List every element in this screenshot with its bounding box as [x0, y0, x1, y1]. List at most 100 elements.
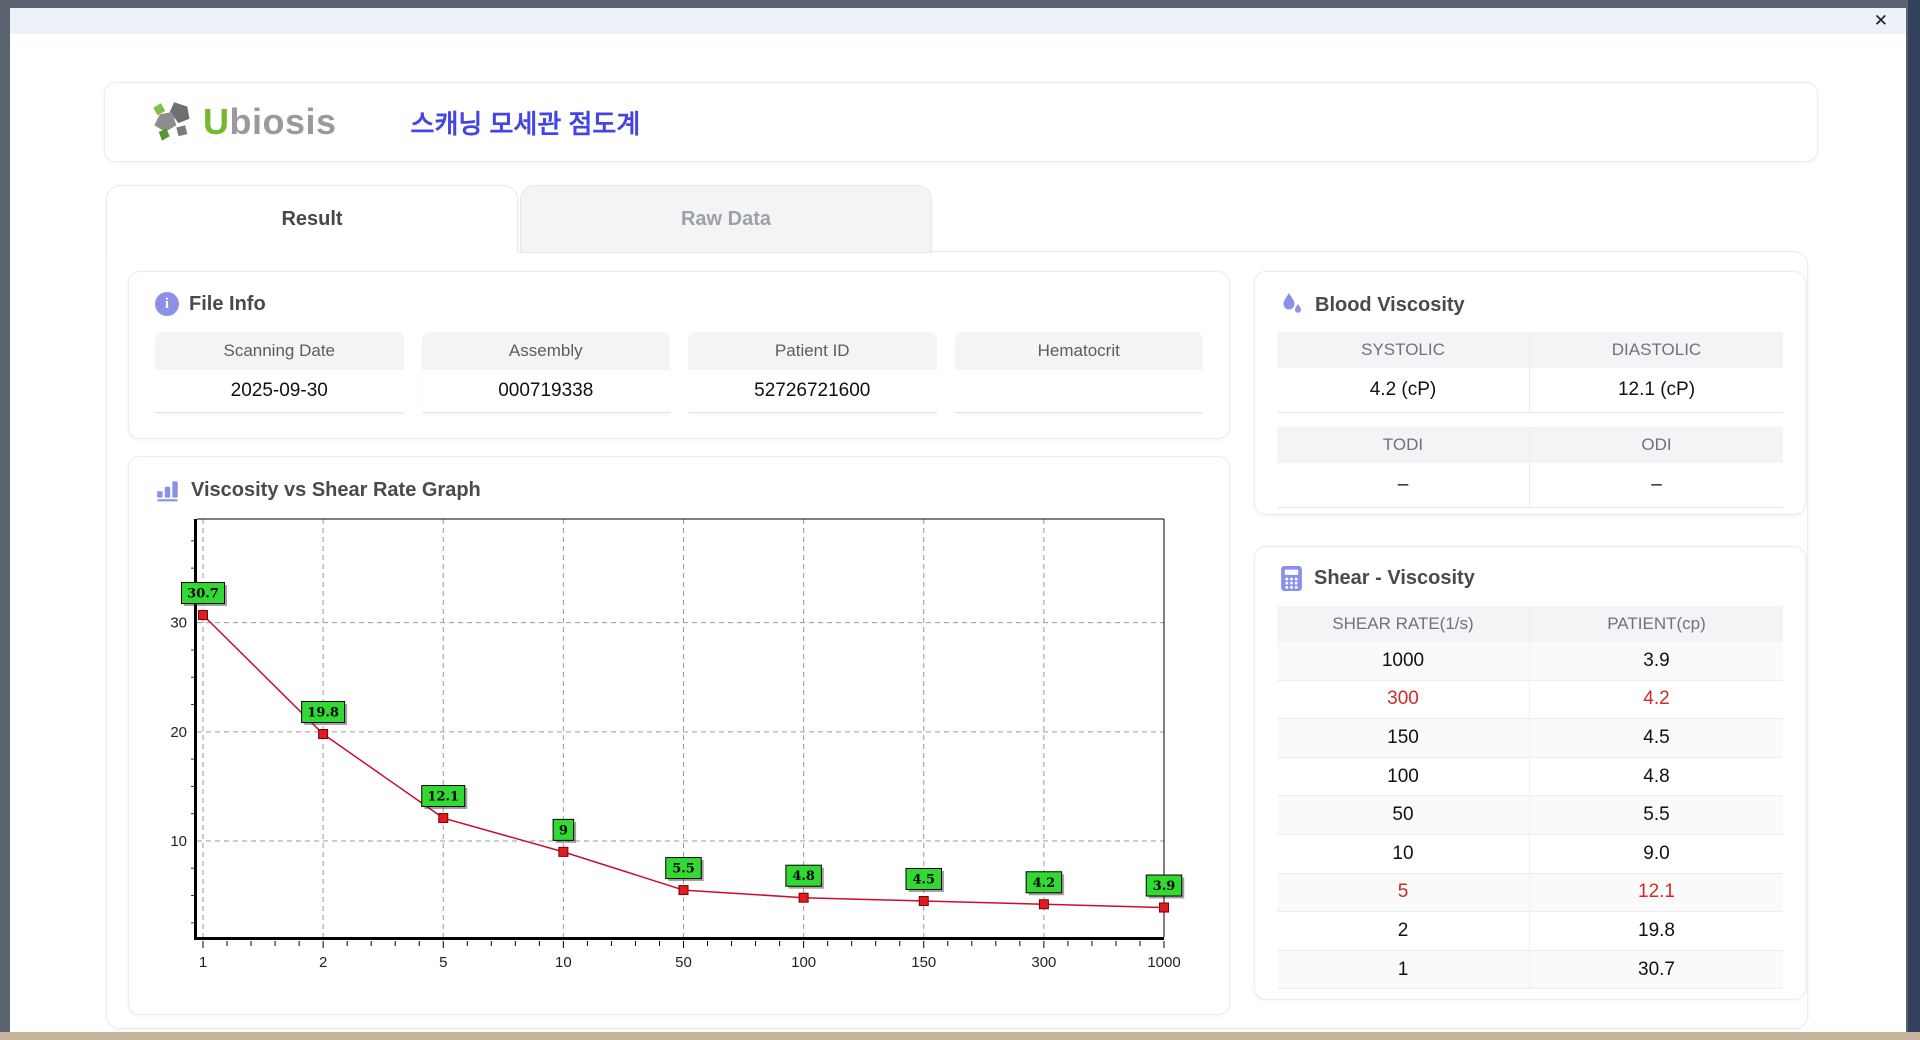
shear-rate-cell: 50 — [1277, 796, 1530, 835]
shear-rate-cell: 1 — [1277, 950, 1530, 990]
blood-viscosity-tables: SYSTOLIC DIASTOLIC 4.2 (cP) 12.1 (cP) TODI OD… — [1255, 332, 1805, 508]
shear-table-header: SHEAR RATE(1/s) PATIENT(cp) — [1277, 606, 1783, 642]
shear-rate-column-header: SHEAR RATE(1/s) — [1277, 606, 1530, 642]
svg-text:5: 5 — [439, 954, 447, 971]
svg-text:1000: 1000 — [1147, 954, 1180, 971]
patient-viscosity-cell: 4.8 — [1530, 758, 1783, 797]
svg-text:1: 1 — [199, 954, 207, 971]
tab-result[interactable]: Result — [106, 185, 518, 253]
tab-raw-data[interactable]: Raw Data — [520, 185, 932, 253]
field-label: Patient ID — [688, 332, 937, 370]
svg-text:50: 50 — [675, 954, 692, 971]
blood-metric-header: SYSTOLIC — [1277, 332, 1530, 368]
file-info-grid: Scanning Date 2025-09-30 Assembly 000719338… — [155, 332, 1203, 413]
table-row: 1000 3.9 — [1277, 642, 1783, 681]
svg-text:9: 9 — [559, 823, 568, 838]
shear-rate-cell: 1000 — [1277, 642, 1530, 681]
patient-viscosity-cell: 4.5 — [1530, 719, 1783, 758]
graph-card: Viscosity vs Shear Rate Graph 10 20 30 1 2 5 1… — [128, 456, 1230, 1015]
file-info-field: Patient ID 52726721600 — [688, 332, 937, 413]
bar-chart-icon — [157, 481, 178, 502]
blood-viscosity-table: SYSTOLIC DIASTOLIC 4.2 (cP) 12.1 (cP) — [1277, 332, 1783, 413]
field-label: Scanning Date — [155, 332, 404, 370]
file-info-field: Assembly 000719338 — [421, 332, 670, 413]
shear-viscosity-card: Shear - Viscosity SHEAR RATE(1/s) PATIEN… — [1254, 546, 1806, 1000]
blood-metric-value: – — [1530, 463, 1783, 508]
shear-table-body: 1000 3.9 300 4.2 150 4.5 100 4.8 50 5.5 10 9.0 5 12.1… — [1277, 642, 1783, 990]
patient-viscosity-cell: 19.8 — [1530, 912, 1783, 951]
blood-viscosity-table: TODI ODI – – — [1277, 427, 1783, 508]
file-info-field: Scanning Date 2025-09-30 — [155, 332, 404, 413]
logo-rest: biosis — [229, 101, 337, 142]
blood-metric-header: TODI — [1277, 427, 1530, 463]
patient-viscosity-cell: 9.0 — [1530, 835, 1783, 874]
field-value: 52726721600 — [688, 370, 937, 413]
shear-rate-cell: 150 — [1277, 719, 1530, 758]
logo-letter-u: U — [203, 101, 230, 142]
shear-viscosity-header: Shear - Viscosity — [1279, 565, 1805, 592]
shear-rate-cell: 10 — [1277, 834, 1530, 874]
field-label: Assembly — [421, 332, 670, 370]
svg-text:300: 300 — [1031, 954, 1056, 971]
svg-text:4.5: 4.5 — [912, 872, 935, 887]
ubiosis-logo-mark — [153, 102, 190, 141]
svg-text:10: 10 — [555, 954, 572, 971]
svg-text:4.8: 4.8 — [792, 869, 815, 884]
app-title: 스캐닝 모세관 점도계 — [410, 108, 641, 139]
close-icon[interactable]: ✕ — [1874, 10, 1888, 32]
field-value: 2025-09-30 — [155, 370, 404, 413]
patient-viscosity-cell: 4.2 — [1530, 681, 1783, 720]
shear-viscosity-title: Shear - Viscosity — [1314, 567, 1475, 589]
patient-viscosity-cell: 12.1 — [1530, 874, 1783, 913]
table-row: 10 9.0 — [1277, 834, 1783, 874]
desktop-edge-bottom — [0, 1032, 1920, 1040]
table-row: 100 4.8 — [1277, 757, 1783, 797]
desktop-edge-right — [1908, 0, 1920, 1032]
shear-rate-cell: 300 — [1277, 680, 1530, 720]
field-value — [954, 370, 1203, 413]
svg-text:3.9: 3.9 — [1153, 879, 1176, 894]
shear-rate-cell: 5 — [1277, 873, 1530, 913]
table-row: 150 4.5 — [1277, 719, 1783, 758]
patient-viscosity-cell: 3.9 — [1530, 642, 1783, 681]
svg-text:100: 100 — [791, 954, 816, 971]
shear-rate-cell: 100 — [1277, 757, 1530, 797]
blood-metric-value: 4.2 (cP) — [1277, 368, 1530, 413]
field-label: Hematocrit — [954, 332, 1203, 370]
blood-drop-icon — [1283, 293, 1301, 313]
ubiosis-logo: Ubiosis — [151, 100, 337, 144]
table-row: 5 12.1 — [1277, 873, 1783, 913]
blood-viscosity-header: Blood Viscosity — [1279, 292, 1805, 318]
svg-text:30.7: 30.7 — [187, 587, 219, 602]
blood-metric-value: – — [1277, 463, 1530, 508]
table-row: 2 19.8 — [1277, 912, 1783, 951]
table-row: 50 5.5 — [1277, 796, 1783, 835]
file-info-header: i File Info — [155, 292, 1229, 316]
svg-text:30: 30 — [170, 615, 187, 632]
svg-text:2: 2 — [319, 954, 327, 971]
blood-metric-header: ODI — [1530, 427, 1783, 463]
calculator-icon — [1281, 566, 1302, 591]
table-row: 300 4.2 — [1277, 680, 1783, 720]
header-card: Ubiosis 스캐닝 모세관 점도계 — [104, 82, 1818, 162]
field-value: 000719338 — [421, 370, 670, 413]
shear-rate-cell: 2 — [1277, 912, 1530, 951]
logo-text: Ubiosis — [203, 101, 337, 143]
svg-text:10: 10 — [170, 833, 187, 850]
svg-text:150: 150 — [911, 954, 936, 971]
svg-text:5.5: 5.5 — [672, 862, 695, 877]
patient-column-header: PATIENT(cp) — [1530, 606, 1783, 642]
viscosity-chart: 10 20 30 1 2 5 10 50 100 150 300 1000 30.7 19.8 12.1 9 5… — [139, 509, 1229, 1010]
blood-metric-header: DIASTOLIC — [1530, 332, 1783, 368]
blood-metric-value: 12.1 (cP) — [1530, 368, 1783, 413]
app-window: ✕ Ubiosis 스캐닝 모세관 점도계 Result Raw Data i … — [10, 8, 1906, 1032]
graph-title: Viscosity vs Shear Rate Graph — [191, 478, 481, 501]
blood-viscosity-card: Blood Viscosity SYSTOLIC DIASTOLIC 4.2 (cP… — [1254, 271, 1806, 515]
main-panel: i File Info Scanning Date 2025-09-30 Assem… — [106, 251, 1808, 1029]
graph-header: Viscosity vs Shear Rate Graph — [155, 477, 1229, 503]
patient-viscosity-cell: 5.5 — [1530, 796, 1783, 835]
svg-text:4.2: 4.2 — [1033, 876, 1056, 891]
patient-viscosity-cell: 30.7 — [1530, 951, 1783, 990]
file-info-card: i File Info Scanning Date 2025-09-30 Assem… — [128, 271, 1230, 439]
tab-bar: Result Raw Data — [106, 185, 932, 253]
